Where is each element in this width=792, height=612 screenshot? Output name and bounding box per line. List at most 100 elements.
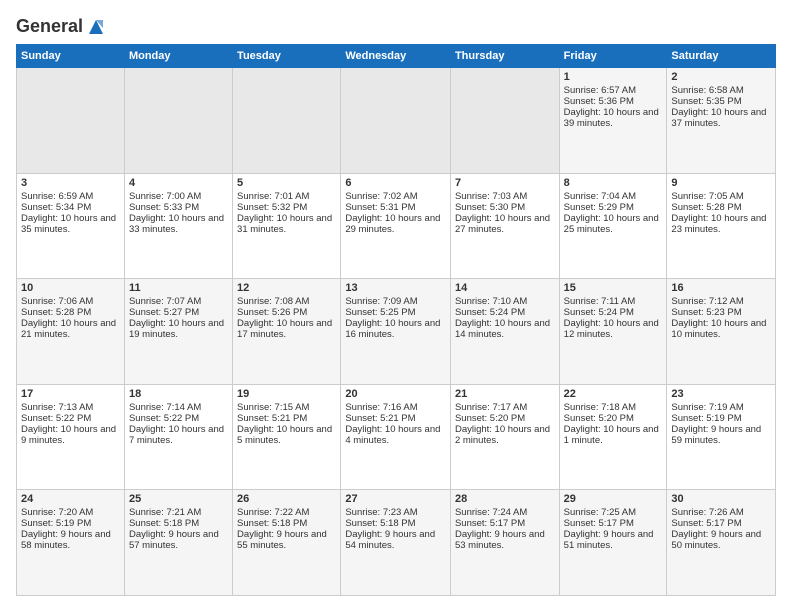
header-cell-tuesday: Tuesday (233, 45, 341, 68)
day-info: Sunrise: 7:19 AM (671, 402, 771, 413)
day-info: Daylight: 10 hours and 2 minutes. (455, 424, 555, 446)
day-info: Daylight: 9 hours and 58 minutes. (21, 529, 120, 551)
day-info: Daylight: 9 hours and 51 minutes. (564, 529, 663, 551)
day-number: 9 (671, 177, 771, 189)
header-cell-wednesday: Wednesday (341, 45, 451, 68)
header-cell-monday: Monday (124, 45, 232, 68)
day-cell: 13Sunrise: 7:09 AMSunset: 5:25 PMDayligh… (341, 279, 451, 385)
day-cell: 29 Sunrise: 7:25 AMSunset: 5:17 PMDayligh… (559, 490, 667, 596)
day-info: Sunrise: 7:12 AM (671, 296, 771, 307)
header-cell-friday: Friday (559, 45, 667, 68)
header-cell-saturday: Saturday (667, 45, 776, 68)
day-info: Sunset: 5:19 PM (21, 518, 120, 529)
day-number: 29 (564, 493, 663, 505)
day-number: 20 (345, 388, 446, 400)
day-info: Sunrise: 7:06 AM (21, 296, 120, 307)
logo-icon (85, 16, 107, 38)
day-info: Sunrise: 7:03 AM (455, 191, 555, 202)
day-info: Sunset: 5:21 PM (345, 413, 446, 424)
day-info: Daylight: 10 hours and 19 minutes. (129, 318, 228, 340)
day-info: Daylight: 10 hours and 5 minutes. (237, 424, 336, 446)
day-info: Sunset: 5:20 PM (564, 413, 663, 424)
day-cell: 3Sunrise: 6:59 AMSunset: 5:34 PMDaylight… (17, 173, 125, 279)
day-number: 23 (671, 388, 771, 400)
day-cell: 10 Sunrise: 7:06 AMSunset: 5:28 PMDayligh… (17, 279, 125, 385)
day-number: 24 (21, 493, 120, 505)
day-info: Sunrise: 7:09 AM (345, 296, 446, 307)
day-cell (124, 68, 232, 174)
day-info: Daylight: 10 hours and 9 minutes. (21, 424, 120, 446)
day-info: Daylight: 9 hours and 50 minutes. (671, 529, 771, 551)
day-cell: 24 Sunrise: 7:20 AMSunset: 5:19 PMDayligh… (17, 490, 125, 596)
week-row-2: 3Sunrise: 6:59 AMSunset: 5:34 PMDaylight… (17, 173, 776, 279)
day-number: 2 (671, 71, 771, 83)
day-info: Sunset: 5:18 PM (237, 518, 336, 529)
day-info: Sunrise: 7:26 AM (671, 507, 771, 518)
day-cell (341, 68, 451, 174)
day-info: Daylight: 9 hours and 54 minutes. (345, 529, 446, 551)
day-number: 17 (21, 388, 120, 400)
day-info: Sunrise: 7:00 AM (129, 191, 228, 202)
day-info: Sunrise: 7:24 AM (455, 507, 555, 518)
week-row-3: 10Sunrise: 7:06 AMSunset: 5:28 PMDayligh… (17, 279, 776, 385)
week-row-4: 17Sunrise: 7:13 AMSunset: 5:22 PMDayligh… (17, 384, 776, 490)
day-info: Sunset: 5:28 PM (21, 307, 120, 318)
day-info: Daylight: 10 hours and 29 minutes. (345, 213, 446, 235)
day-info: Sunrise: 7:18 AM (564, 402, 663, 413)
day-info: Sunset: 5:19 PM (671, 413, 771, 424)
day-info: Sunset: 5:24 PM (564, 307, 663, 318)
day-number: 26 (237, 493, 336, 505)
day-info: Daylight: 10 hours and 12 minutes. (564, 318, 663, 340)
page: General SundayMondayTuesdayWednesdayThur… (0, 0, 792, 612)
day-info: Sunset: 5:36 PM (564, 96, 663, 107)
day-info: Sunset: 5:32 PM (237, 202, 336, 213)
day-cell: 18Sunrise: 7:14 AMSunset: 5:22 PMDayligh… (124, 384, 232, 490)
day-number: 8 (564, 177, 663, 189)
day-info: Daylight: 9 hours and 55 minutes. (237, 529, 336, 551)
day-cell (17, 68, 125, 174)
day-info: Sunrise: 7:25 AM (564, 507, 663, 518)
day-number: 18 (129, 388, 228, 400)
day-number: 30 (671, 493, 771, 505)
day-number: 5 (237, 177, 336, 189)
day-number: 16 (671, 282, 771, 294)
day-info: Sunrise: 7:22 AM (237, 507, 336, 518)
day-info: Daylight: 10 hours and 14 minutes. (455, 318, 555, 340)
day-cell: 9Sunrise: 7:05 AMSunset: 5:28 PMDaylight… (667, 173, 776, 279)
day-number: 4 (129, 177, 228, 189)
day-info: Sunset: 5:29 PM (564, 202, 663, 213)
day-info: Sunset: 5:26 PM (237, 307, 336, 318)
day-info: Daylight: 10 hours and 17 minutes. (237, 318, 336, 340)
day-cell: 8Sunrise: 7:04 AMSunset: 5:29 PMDaylight… (559, 173, 667, 279)
day-info: Sunrise: 7:21 AM (129, 507, 228, 518)
day-info: Sunrise: 7:10 AM (455, 296, 555, 307)
day-info: Sunset: 5:17 PM (455, 518, 555, 529)
day-info: Daylight: 10 hours and 7 minutes. (129, 424, 228, 446)
day-info: Sunrise: 7:02 AM (345, 191, 446, 202)
day-info: Daylight: 9 hours and 59 minutes. (671, 424, 771, 446)
day-info: Daylight: 10 hours and 35 minutes. (21, 213, 120, 235)
day-info: Daylight: 10 hours and 21 minutes. (21, 318, 120, 340)
day-cell (233, 68, 341, 174)
day-info: Sunset: 5:34 PM (21, 202, 120, 213)
day-cell: 4Sunrise: 7:00 AMSunset: 5:33 PMDaylight… (124, 173, 232, 279)
day-number: 12 (237, 282, 336, 294)
day-info: Sunset: 5:17 PM (564, 518, 663, 529)
day-info: Daylight: 10 hours and 31 minutes. (237, 213, 336, 235)
day-info: Daylight: 10 hours and 23 minutes. (671, 213, 771, 235)
logo-text: General (16, 16, 107, 38)
day-info: Sunrise: 7:05 AM (671, 191, 771, 202)
day-number: 10 (21, 282, 120, 294)
day-info: Sunrise: 7:20 AM (21, 507, 120, 518)
day-number: 6 (345, 177, 446, 189)
day-number: 28 (455, 493, 555, 505)
day-info: Sunrise: 7:01 AM (237, 191, 336, 202)
day-number: 27 (345, 493, 446, 505)
day-number: 22 (564, 388, 663, 400)
day-info: Sunrise: 7:11 AM (564, 296, 663, 307)
day-cell: 28Sunrise: 7:24 AMSunset: 5:17 PMDayligh… (450, 490, 559, 596)
calendar-table: SundayMondayTuesdayWednesdayThursdayFrid… (16, 44, 776, 596)
day-info: Sunset: 5:20 PM (455, 413, 555, 424)
day-number: 19 (237, 388, 336, 400)
day-number: 3 (21, 177, 120, 189)
